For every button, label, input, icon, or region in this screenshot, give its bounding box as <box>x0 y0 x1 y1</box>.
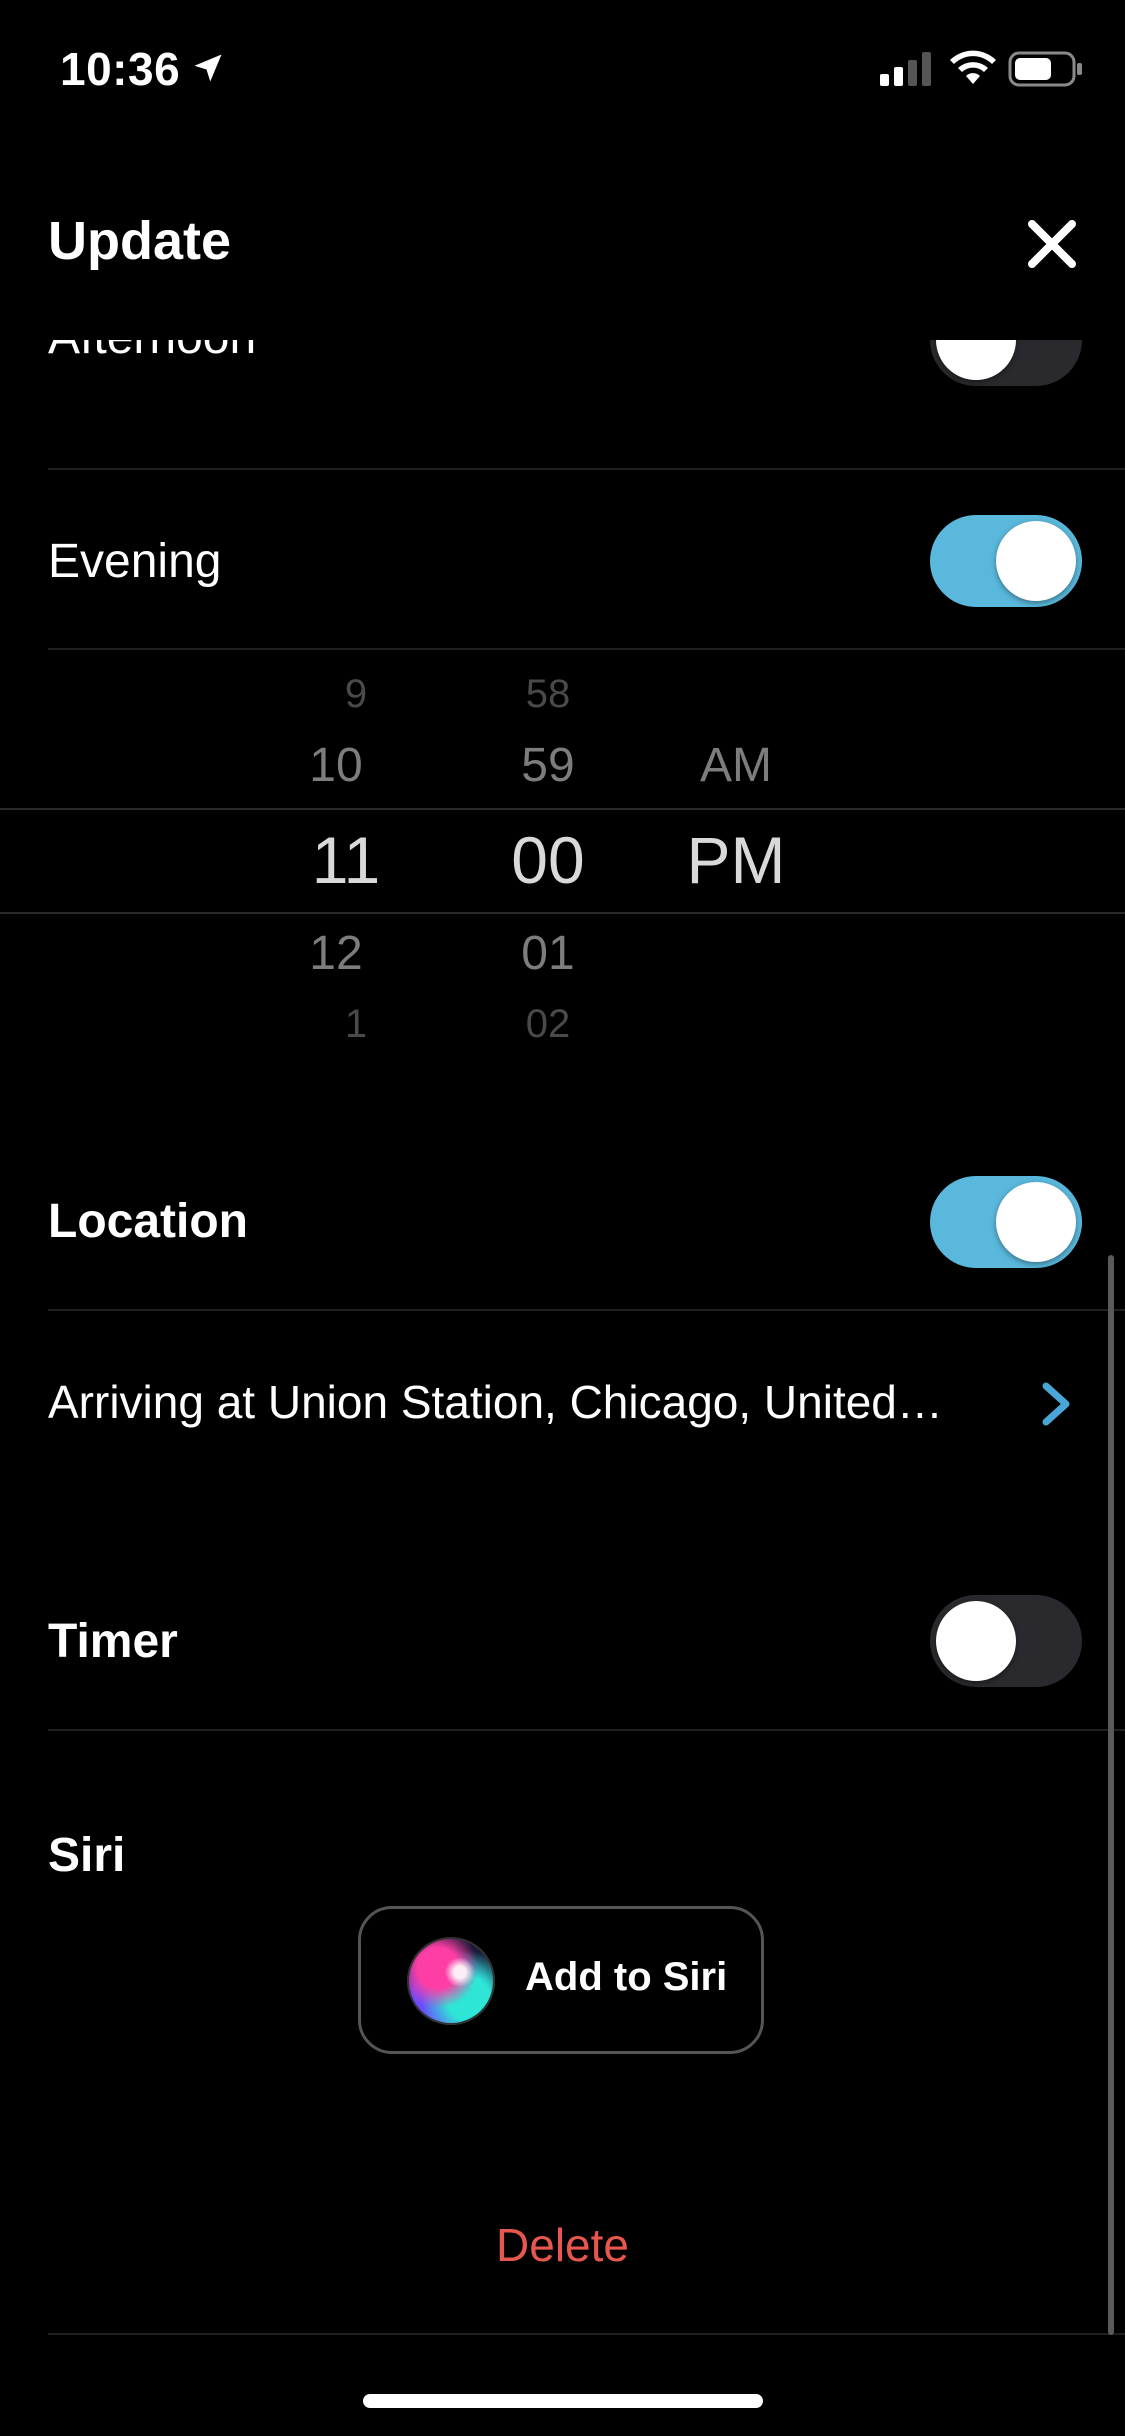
picker-minute-item[interactable]: 02 <box>478 1002 618 1047</box>
timer-toggle[interactable] <box>930 1595 1082 1687</box>
chevron-right-icon[interactable] <box>1038 1380 1074 1428</box>
picker-hour-item[interactable]: 12 <box>266 926 406 981</box>
scrollbar[interactable] <box>1108 1255 1114 2335</box>
toggle-knob <box>936 340 1016 380</box>
location-arrow-icon <box>194 54 222 82</box>
toggle-knob <box>936 1601 1016 1681</box>
cellular-signal-icon <box>880 52 931 86</box>
afternoon-toggle[interactable] <box>930 340 1082 386</box>
location-detail[interactable]: Arriving at Union Station, Chicago, Unit… <box>48 1375 943 1429</box>
divider <box>48 1309 1125 1311</box>
picker-hour-item[interactable]: 1 <box>286 1002 426 1047</box>
toggle-knob <box>996 1182 1076 1262</box>
afternoon-label: Afternoon <box>48 340 256 365</box>
picker-minute-item[interactable]: 01 <box>478 926 618 981</box>
time-picker[interactable]: 9 10 11 12 1 58 59 00 01 02 AM PM <box>0 650 1125 1046</box>
divider <box>48 1729 1125 1731</box>
status-time: 10:36 <box>60 43 181 95</box>
siri-label: Siri <box>48 1829 126 1882</box>
wifi-icon <box>950 50 996 84</box>
add-to-siri-button[interactable]: Add to Siri <box>358 1906 764 2054</box>
divider <box>48 468 1125 470</box>
evening-toggle[interactable] <box>930 515 1082 607</box>
timer-label: Timer <box>48 1615 178 1668</box>
afternoon-row: Afternoon <box>0 340 1125 468</box>
delete-button[interactable]: Delete <box>0 2218 1125 2272</box>
location-label: Location <box>48 1195 248 1248</box>
evening-label: Evening <box>48 535 222 588</box>
picker-hour-item[interactable]: 10 <box>266 738 406 793</box>
picker-hour-item[interactable]: 9 <box>286 672 426 717</box>
picker-period-item[interactable]: AM <box>666 738 806 793</box>
home-indicator[interactable] <box>363 2394 763 2408</box>
location-toggle[interactable] <box>930 1176 1082 1268</box>
picker-period-selected[interactable]: PM <box>666 822 806 898</box>
siri-icon <box>407 1937 495 2025</box>
picker-selection-line <box>0 808 1125 810</box>
close-icon[interactable] <box>1022 214 1082 274</box>
picker-minute-item[interactable]: 58 <box>478 672 618 717</box>
divider <box>48 2333 1125 2335</box>
page-title: Update <box>48 211 232 271</box>
picker-selection-line <box>0 912 1125 914</box>
picker-hour-selected[interactable]: 11 <box>276 822 416 898</box>
picker-minute-item[interactable]: 59 <box>478 738 618 793</box>
toggle-knob <box>996 521 1076 601</box>
picker-minute-selected[interactable]: 00 <box>478 822 618 898</box>
battery-icon <box>1008 51 1082 87</box>
add-to-siri-label: Add to Siri <box>525 1955 728 1999</box>
